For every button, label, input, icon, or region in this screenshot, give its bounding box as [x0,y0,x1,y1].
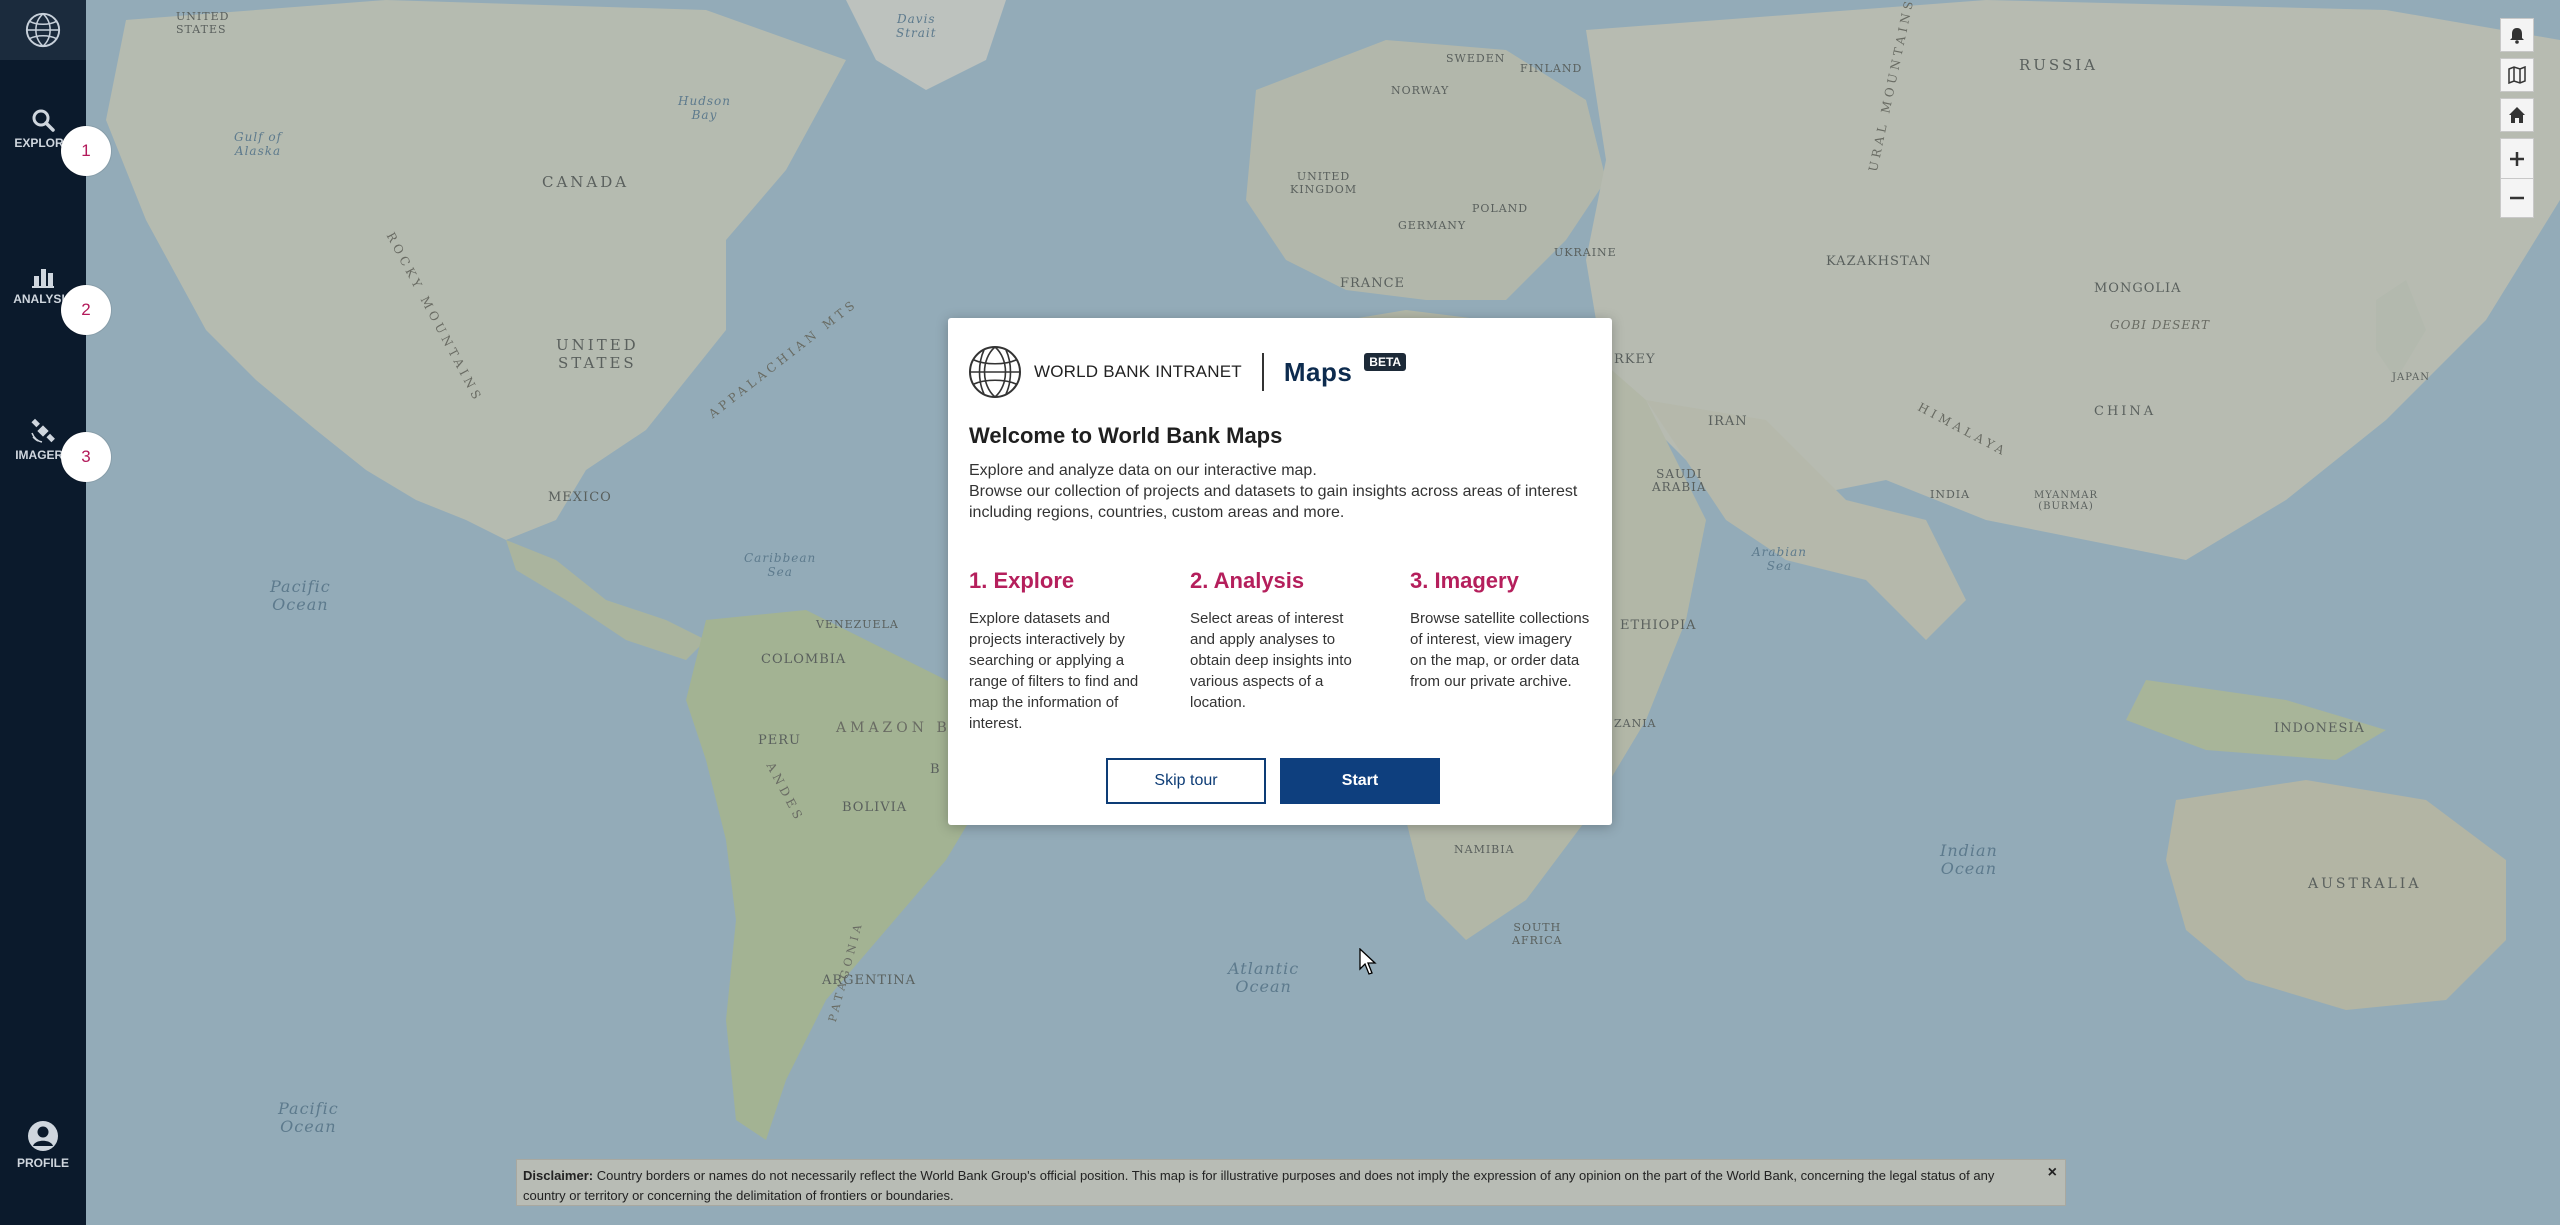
map-controls [2500,18,2534,224]
zoom-in-button[interactable] [2500,138,2534,178]
intro-line-2: Browse our collection of projects and da… [969,483,1578,521]
home-icon [2509,107,2525,123]
bar-chart-icon [32,269,54,288]
step-description: Select areas of interest and apply analy… [1190,610,1352,711]
tour-step-marker-1: 1 [61,126,111,176]
tour-step-marker-3: 3 [61,432,111,482]
sidebar-logo[interactable] [0,0,86,60]
app-root: UNITED STATES CANADA UNITED STATES MEXICO … [0,0,2560,1225]
sidebar-item-label: PROFILE [16,1156,69,1170]
intro-line-1: Explore and analyze data on our interact… [969,462,1317,479]
notifications-button[interactable] [2500,18,2534,52]
mouse-cursor-icon [1359,948,1377,975]
welcome-modal: WORLD BANK INTRANET Maps BETA Welcome to… [948,318,1612,825]
step-title: 2. Analysis [1190,568,1305,593]
sidebar-item-profile[interactable]: PROFILE [0,1120,86,1170]
step-analysis: 2. Analysis Select areas of interest and… [1190,568,1370,713]
close-icon[interactable]: × [2048,1163,2057,1183]
brand-separator [1261,353,1264,391]
minus-icon [2510,196,2524,200]
step-imagery: 3. Imagery Browse satellite collections … [1410,568,1590,692]
beta-badge: BETA [1364,353,1407,371]
modal-intro: Explore and analyze data on our interact… [969,460,1589,523]
search-icon [32,109,55,132]
disclaimer-text: Country borders or names do not necessar… [523,1168,1995,1203]
user-icon [28,1121,58,1151]
brand-name: WORLD BANK INTRANET [1034,362,1242,381]
sidebar: EXPLORE ANALYSIS IMAGERY PROFILE [0,0,86,1225]
world-bank-logo-icon [969,346,1021,398]
step-explore: 1. Explore Explore datasets and projects… [969,568,1159,734]
plus-icon [2510,151,2524,166]
modal-title: Welcome to World Bank Maps [969,423,1283,448]
globe-icon [25,12,61,48]
tour-step-marker-2: 2 [61,285,111,335]
zoom-out-button[interactable] [2500,178,2534,218]
disclaimer-label: Disclaimer: [523,1168,594,1183]
step-title: 1. Explore [969,568,1075,593]
app-name: Maps [1283,356,1353,387]
step-description: Browse satellite collections of interest… [1410,610,1590,690]
disclaimer-banner: Disclaimer: Country borders or names do … [516,1159,2066,1206]
map-icon [2508,66,2526,84]
skip-tour-button[interactable]: Skip tour [1106,758,1266,804]
step-description: Explore datasets and projects interactiv… [969,610,1139,732]
modal-brand: WORLD BANK INTRANET Maps BETA [968,345,1407,399]
satellite-icon [31,418,55,443]
bell-icon [2510,28,2524,44]
step-title: 3. Imagery [1410,568,1519,593]
start-button[interactable]: Start [1280,758,1440,804]
home-button[interactable] [2500,98,2534,132]
basemap-button[interactable] [2500,58,2534,92]
